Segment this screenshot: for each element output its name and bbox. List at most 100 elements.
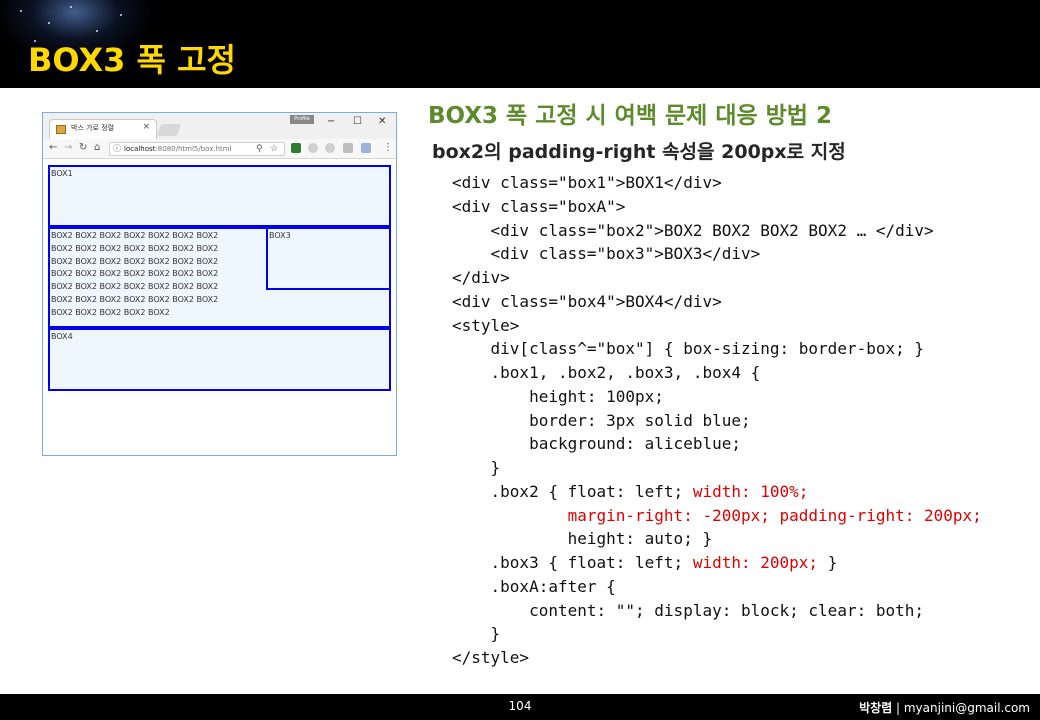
code-line: .box2 { float: left; width: 100%; xyxy=(452,480,982,504)
code-text: <div class="boxA"> xyxy=(452,196,626,216)
code-text: height: 100px; xyxy=(452,386,664,406)
code-line: <div class="box3">BOX3</div> xyxy=(452,242,982,266)
maximize-icon[interactable]: ☐ xyxy=(353,116,362,128)
extension-icon[interactable] xyxy=(291,143,301,153)
star-decoration xyxy=(96,30,98,32)
code-text: height: auto; } xyxy=(452,529,713,549)
author-credit: 박창렴 | myanjini@gmail.com xyxy=(859,699,1030,716)
info-icon: ⓘ xyxy=(113,144,121,153)
demo-box4: BOX4 xyxy=(48,328,391,391)
profile-badge[interactable]: Profile xyxy=(290,115,314,124)
demo-box2-line: BOX2 BOX2 BOX2 BOX2 BOX2 BOX2 BOX2 xyxy=(51,294,219,304)
browser-window: 박스 가로 정렬 × Profile − ☐ ✕ ← → ↻ ⌂ ⓘ local… xyxy=(42,112,397,456)
code-text: div[class^="box"] { box-sizing: border-b… xyxy=(452,339,925,359)
code-text: .box1, .box2, .box3, .box4 { xyxy=(452,363,761,382)
author-name: 박창렴 xyxy=(859,701,893,715)
code-text: <style> xyxy=(452,315,520,335)
demo-box1-label: BOX1 xyxy=(51,169,73,178)
code-highlight: margin-right: -200px; padding-right: 200… xyxy=(567,505,982,525)
code-highlight: width: 200px; xyxy=(692,553,819,572)
slide-footer: 104 박창렴 | myanjini@gmail.com xyxy=(0,694,1040,720)
star-decoration xyxy=(70,6,72,8)
code-line: border: 3px solid blue; xyxy=(452,409,982,433)
tab-close-icon[interactable]: × xyxy=(142,122,150,132)
author-email: myanjini@gmail.com xyxy=(903,701,1030,715)
menu-icon[interactable]: ⋮ xyxy=(383,142,393,154)
extension-icon[interactable] xyxy=(325,143,335,153)
forward-icon[interactable]: → xyxy=(64,142,72,154)
demo-box1: BOX1 xyxy=(48,165,391,227)
code-text: </div> xyxy=(452,268,510,287)
demo-box2-line: BOX2 BOX2 BOX2 BOX2 BOX2 BOX2 BOX2 xyxy=(51,269,219,279)
url-text: localhost:8080/html5/box.html xyxy=(124,145,232,153)
star-decoration xyxy=(48,22,50,24)
zoom-icon[interactable]: ⚲ xyxy=(256,143,263,155)
minimize-icon[interactable]: − xyxy=(327,116,335,128)
demo-box3: BOX3 xyxy=(266,227,391,290)
code-line: <div class="box2">BOX2 BOX2 BOX2 BOX2 … … xyxy=(452,219,982,243)
code-text: content: ""; display: block; clear: both… xyxy=(452,600,925,620)
home-icon[interactable]: ⌂ xyxy=(94,142,100,154)
bookmark-star-icon[interactable]: ☆ xyxy=(270,143,278,155)
code-text: <div class="box2">BOX2 BOX2 BOX2 BOX2 … … xyxy=(452,220,934,240)
code-text: } xyxy=(452,458,501,477)
code-line: height: auto; } xyxy=(452,527,982,551)
code-line: .boxA:after { xyxy=(452,575,982,599)
code-line: </div> xyxy=(452,266,982,290)
reload-icon[interactable]: ↻ xyxy=(79,142,87,154)
code-line: content: ""; display: block; clear: both… xyxy=(452,599,982,623)
demo-box2-line: BOX2 BOX2 BOX2 BOX2 BOX2 BOX2 BOX2 xyxy=(51,243,219,253)
slide-title: BOX3 폭 고정 xyxy=(28,41,236,79)
code-line: .box1, .box2, .box3, .box4 { xyxy=(452,361,982,385)
code-text: <div class="box1">BOX1</div> xyxy=(452,173,722,192)
extension-icon[interactable] xyxy=(308,143,318,153)
tab-title: 박스 가로 정렬 xyxy=(71,124,115,132)
code-line: height: 100px; xyxy=(452,385,982,409)
code-line: div[class^="box"] { box-sizing: border-b… xyxy=(452,337,982,361)
code-text: } xyxy=(452,624,501,644)
code-line: .box3 { float: left; width: 200px; } xyxy=(452,551,982,575)
code-line: margin-right: -200px; padding-right: 200… xyxy=(452,504,982,528)
demo-box2-line: BOX2 BOX2 BOX2 BOX2 BOX2 BOX2 BOX2 xyxy=(51,282,219,292)
code-line: <style> xyxy=(452,314,982,338)
author-separator: | xyxy=(892,701,904,715)
extension-icon[interactable] xyxy=(343,143,353,153)
code-block: <div class="box1">BOX1</div> <div class="… xyxy=(452,171,982,670)
close-icon[interactable]: ✕ xyxy=(378,116,386,128)
code-text: <div class="box3">BOX3</div> xyxy=(452,244,761,264)
back-icon[interactable]: ← xyxy=(49,142,57,154)
extension-icon[interactable] xyxy=(361,143,371,153)
new-tab-button[interactable] xyxy=(156,124,182,136)
code-line: background: aliceblue; xyxy=(452,432,982,456)
code-text: </style> xyxy=(452,648,530,667)
browser-viewport: BOX1 BOX2 BOX2 BOX2 BOX2 BOX2 BOX2 BOX2 … xyxy=(43,160,396,455)
code-line: <div class="boxA"> xyxy=(452,195,982,219)
slide-header: BOX3 폭 고정 xyxy=(0,0,1040,88)
demo-box2-line: BOX2 BOX2 BOX2 BOX2 BOX2 BOX2 BOX2 xyxy=(51,231,219,240)
page-icon xyxy=(56,125,66,134)
code-highlight: width: 100%; xyxy=(692,481,809,501)
code-text: <div class="box4">BOX4</div> xyxy=(452,291,722,311)
demo-box2-line: BOX2 BOX2 BOX2 BOX2 BOX2 xyxy=(51,307,170,317)
section-subheading: box2의 padding-right 속성을 200px로 지정 xyxy=(432,141,846,163)
star-decoration xyxy=(120,14,122,16)
browser-tab[interactable]: 박스 가로 정렬 × xyxy=(49,119,157,139)
address-bar[interactable]: ⓘ localhost:8080/html5/box.html ⚲ ☆ xyxy=(109,142,285,156)
code-text: background: aliceblue; xyxy=(452,434,741,454)
code-line: </style> xyxy=(452,646,982,670)
code-line: <div class="box1">BOX1</div> xyxy=(452,171,982,195)
code-text: .box3 { float: left; xyxy=(452,553,693,572)
code-text: } xyxy=(818,553,838,572)
browser-titlebar: 박스 가로 정렬 × Profile − ☐ ✕ xyxy=(43,113,396,139)
demo-box4-label: BOX4 xyxy=(51,332,73,341)
code-line: <div class="box4">BOX4</div> xyxy=(452,290,982,314)
code-line: } xyxy=(452,622,982,646)
code-text: border: 3px solid blue; xyxy=(452,410,751,430)
demo-box2-line: BOX2 BOX2 BOX2 BOX2 BOX2 BOX2 BOX2 xyxy=(51,256,219,266)
code-text: .boxA:after { xyxy=(452,576,616,596)
star-decoration xyxy=(20,10,22,12)
demo-box3-label: BOX3 xyxy=(269,231,291,240)
browser-toolbar: ← → ↻ ⌂ ⓘ localhost:8080/html5/box.html … xyxy=(43,139,396,159)
code-line: } xyxy=(452,456,982,480)
